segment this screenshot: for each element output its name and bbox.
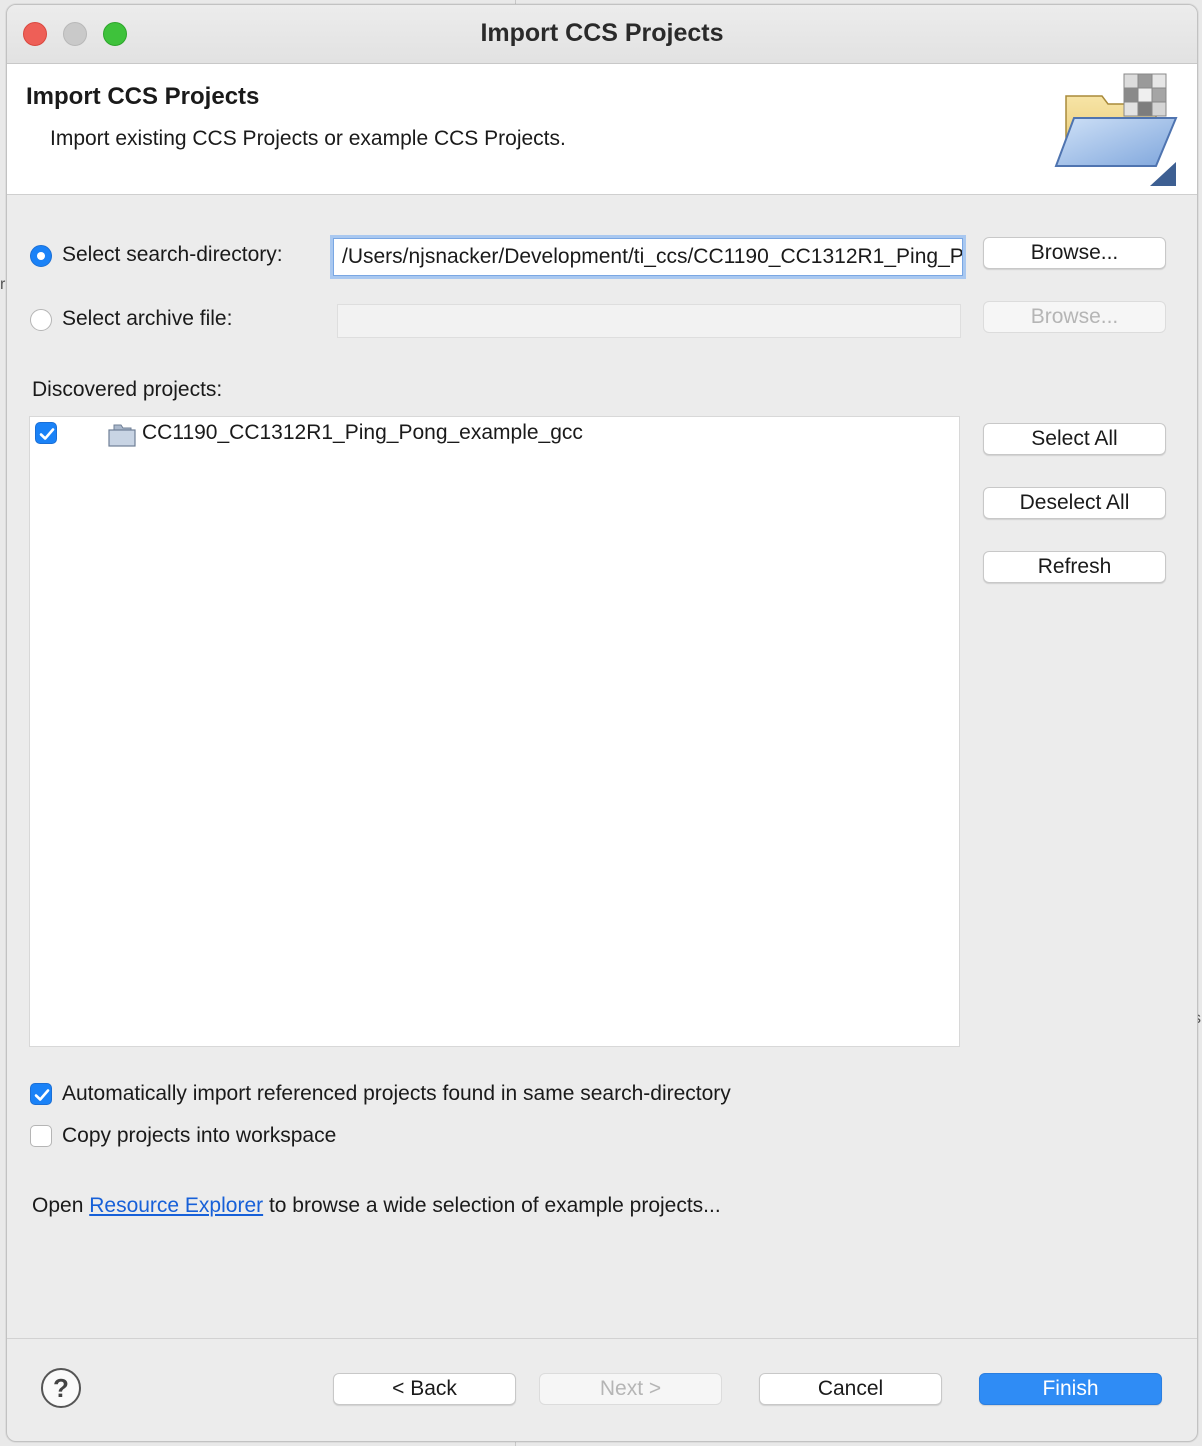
archive-file-label: Select archive file: xyxy=(62,307,233,330)
project-folder-icon xyxy=(108,424,136,447)
search-directory-label: Select search-directory: xyxy=(62,243,283,266)
project-checkbox[interactable] xyxy=(35,422,57,444)
copy-projects-checkbox[interactable] xyxy=(30,1125,52,1147)
browse-directory-button[interactable]: Browse... xyxy=(983,237,1166,269)
browse-archive-button[interactable]: Browse... xyxy=(983,301,1166,333)
background-edge-text: r xyxy=(0,276,6,293)
wizard-header: Import CCS Projects Import existing CCS … xyxy=(7,64,1197,195)
title-bar: Import CCS Projects xyxy=(7,5,1197,64)
import-folder-icon xyxy=(1054,73,1178,186)
cancel-button[interactable]: Cancel xyxy=(759,1373,942,1405)
back-button[interactable]: < Back xyxy=(333,1373,516,1405)
copy-projects-label: Copy projects into workspace xyxy=(62,1124,337,1147)
refresh-button[interactable]: Refresh xyxy=(983,551,1166,583)
projects-list[interactable] xyxy=(29,416,960,1047)
help-icon[interactable]: ? xyxy=(41,1368,81,1408)
search-directory-radio[interactable] xyxy=(30,245,52,267)
archive-file-radio[interactable] xyxy=(30,309,52,331)
select-all-button[interactable]: Select All xyxy=(983,423,1166,455)
window-title: Import CCS Projects xyxy=(480,19,724,47)
import-dialog: Import CCS Projects Import CCS Projects … xyxy=(6,4,1198,1442)
footer-divider xyxy=(7,1338,1197,1339)
auto-import-checkbox[interactable] xyxy=(30,1083,52,1105)
resource-explorer-line: Open Resource Explorer to browse a wide … xyxy=(32,1194,721,1218)
finish-button[interactable]: Finish xyxy=(979,1373,1162,1405)
archive-file-input[interactable] xyxy=(337,304,961,338)
checkmark-icon xyxy=(39,428,55,440)
project-name[interactable]: CC1190_CC1312R1_Ping_Pong_example_gcc xyxy=(142,421,583,445)
resource-line-prefix: Open xyxy=(32,1194,90,1217)
deselect-all-button[interactable]: Deselect All xyxy=(983,487,1166,519)
resource-explorer-link[interactable]: Resource Explorer xyxy=(89,1194,263,1217)
discovered-projects-label: Discovered projects: xyxy=(32,378,223,401)
resource-line-suffix: to browse a wide selection of example pr… xyxy=(263,1194,721,1217)
search-directory-input[interactable]: /Users/njsnacker/Development/ti_ccs/CC11… xyxy=(333,238,963,276)
checkmark-icon xyxy=(34,1089,50,1101)
page-description: Import existing CCS Projects or example … xyxy=(50,127,566,150)
page-title: Import CCS Projects xyxy=(26,83,260,110)
next-button[interactable]: Next > xyxy=(539,1373,722,1405)
auto-import-label: Automatically import referenced projects… xyxy=(62,1082,731,1105)
